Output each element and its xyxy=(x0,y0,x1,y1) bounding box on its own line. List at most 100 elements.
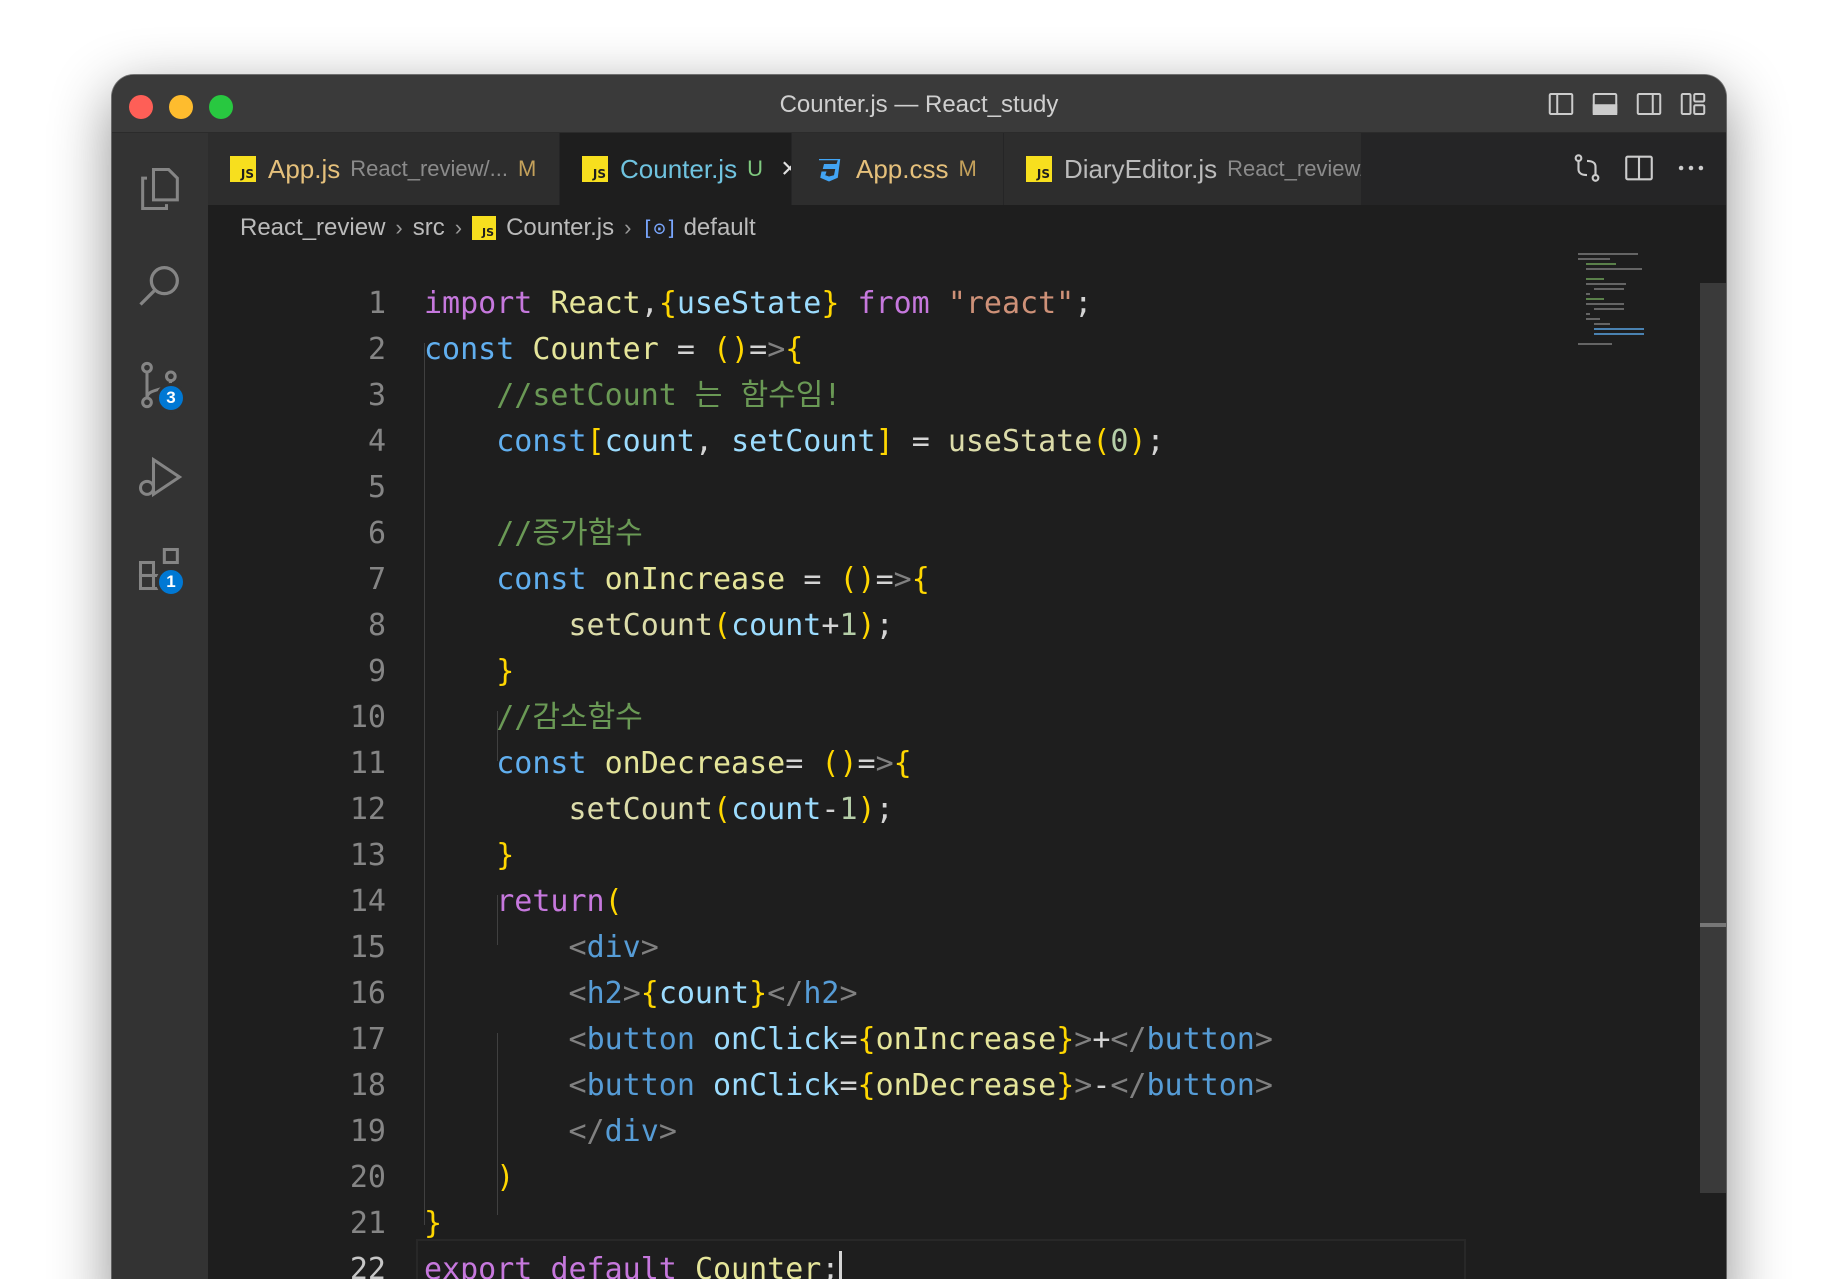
code-line[interactable]: 6 //증가함수 xyxy=(208,511,1558,557)
code-text: const onDecrease= ()=>{ xyxy=(496,746,912,781)
source-control-button[interactable]: 3 xyxy=(134,359,186,413)
code-line[interactable]: 14 return( xyxy=(208,879,1558,925)
minimap[interactable] xyxy=(1576,251,1696,346)
line-number: 21 xyxy=(349,1206,386,1241)
code-text: <button onClick={onIncrease}>+</button> xyxy=(568,1022,1273,1057)
css-file-icon xyxy=(819,159,841,182)
layout-controls xyxy=(1546,89,1708,119)
vertical-scrollbar[interactable] xyxy=(1700,283,1726,1193)
modified-indicator: M xyxy=(518,156,537,181)
search-icon[interactable] xyxy=(134,259,186,311)
code-line[interactable]: 21} xyxy=(208,1201,1558,1247)
code-line[interactable]: 11 const onDecrease= ()=>{ xyxy=(208,741,1558,787)
line-number: 13 xyxy=(349,838,386,873)
code-line[interactable]: 4 const[count, setCount] = useState(0); xyxy=(208,419,1558,465)
breadcrumb-item-react-review[interactable]: React_review xyxy=(240,214,385,242)
javascript-file-icon: JS xyxy=(1026,156,1052,182)
code-line[interactable]: 5 xyxy=(208,465,1558,511)
code-text: const[count, setCount] = useState(0); xyxy=(496,424,1165,459)
untracked-indicator: U xyxy=(747,156,763,181)
line-number: 10 xyxy=(349,700,386,735)
editor-tabs: JS App.js React_review/... M JS Counter.… xyxy=(208,133,1726,205)
toggle-primary-sidebar-icon[interactable] xyxy=(1546,89,1576,119)
code-text: setCount(count+1); xyxy=(568,608,894,643)
close-tab-button[interactable]: × xyxy=(781,154,791,184)
toggle-secondary-sidebar-icon[interactable] xyxy=(1634,89,1664,119)
javascript-file-icon: JS xyxy=(472,216,497,240)
code-text: <h2>{count}</h2> xyxy=(568,976,858,1011)
vscode-window: Counter.js — React_study 3 1 JS App.js R… xyxy=(112,75,1726,1279)
javascript-file-icon: JS xyxy=(230,156,256,182)
chevron-right-icon: › xyxy=(395,215,403,240)
line-number: 1 xyxy=(367,286,386,321)
code-text: import React,{useState} from "react"; xyxy=(424,286,1093,321)
code-line[interactable]: 10 //감소함수 xyxy=(208,695,1558,741)
more-actions-icon[interactable] xyxy=(1674,151,1708,185)
tab-app-js[interactable]: JS App.js React_review/... M xyxy=(208,133,560,205)
line-number: 22 xyxy=(349,1252,386,1279)
code-line[interactable]: 20 ) xyxy=(208,1155,1558,1201)
tab-path: React_review/.. xyxy=(1227,156,1361,181)
extensions-button[interactable]: 1 xyxy=(134,543,186,597)
code-editor[interactable]: 1 import React,{useState} from "react"; 2 c… xyxy=(208,251,1726,1279)
tab-label: App.css xyxy=(856,153,949,184)
run-and-debug-icon[interactable] xyxy=(134,451,186,503)
tab-app-css[interactable]: App.css M xyxy=(792,133,1004,205)
line-number: 17 xyxy=(349,1022,386,1057)
explorer-icon[interactable] xyxy=(134,163,186,215)
line-number: 6 xyxy=(367,516,386,551)
scroll-position-marker xyxy=(1700,923,1726,927)
code-text: <div> xyxy=(568,930,659,965)
code-line[interactable]: 16 <h2>{count}</h2> xyxy=(208,971,1558,1017)
code-text: //감소함수 xyxy=(496,700,643,735)
editor-actions xyxy=(1570,151,1708,185)
line-number: 16 xyxy=(349,976,386,1011)
breadcrumb-item-src[interactable]: src xyxy=(413,214,445,242)
code-line[interactable]: 3 //setCount 는 함수임! xyxy=(208,373,1558,419)
code-line[interactable]: 9 } xyxy=(208,649,1558,695)
code-line[interactable]: 7 const onIncrease = ()=>{ xyxy=(208,557,1558,603)
code-line[interactable]: 19 </div> xyxy=(208,1109,1558,1155)
tab-path: React_review/... xyxy=(350,156,508,181)
line-number: 2 xyxy=(367,332,386,367)
tab-label: Counter.js xyxy=(620,153,738,184)
code-text: const onIncrease = ()=>{ xyxy=(496,562,930,597)
line-number: 5 xyxy=(367,470,386,505)
title-bar: Counter.js — React_study xyxy=(112,75,1726,133)
code-line[interactable]: 2 const Counter = ()=>{ xyxy=(208,327,1558,373)
line-number: 4 xyxy=(367,424,386,459)
line-number: 15 xyxy=(349,930,386,965)
line-number: 7 xyxy=(367,562,386,597)
code-text: } xyxy=(424,1206,443,1241)
code-text: //증가함수 xyxy=(496,516,643,551)
tab-counter-js[interactable]: JS Counter.js U × xyxy=(560,133,792,205)
code-line[interactable]: 13 } xyxy=(208,833,1558,879)
code-line[interactable]: 15 <div> xyxy=(208,925,1558,971)
tab-label: DiaryEditor.js xyxy=(1064,153,1218,184)
activity-bar: 3 1 xyxy=(112,133,208,1279)
chevron-right-icon: › xyxy=(624,215,632,240)
code-line[interactable]: 12 setCount(count-1); xyxy=(208,787,1558,833)
breadcrumb: React_review › src › JS Counter.js › [⊙]… xyxy=(208,205,1726,251)
code-line[interactable]: 18 <button onClick={onDecrease}>-</butto… xyxy=(208,1063,1558,1109)
toggle-panel-icon[interactable] xyxy=(1590,89,1620,119)
tab-diaryeditor-js[interactable]: JS DiaryEditor.js React_review/.. xyxy=(1004,133,1362,205)
tab-label: App.js xyxy=(268,153,341,184)
breadcrumb-item-symbol[interactable]: default xyxy=(684,214,756,242)
chevron-right-icon: › xyxy=(454,215,463,240)
code-text: } xyxy=(496,654,515,689)
breadcrumb-item-file[interactable]: Counter.js xyxy=(506,214,614,242)
code-line[interactable]: 1 import React,{useState} from "react"; xyxy=(208,281,1558,327)
customize-layout-icon[interactable] xyxy=(1678,89,1708,119)
code-line[interactable]: 22 export default Counter; xyxy=(208,1247,1558,1279)
split-editor-icon[interactable] xyxy=(1622,151,1656,185)
open-changes-icon[interactable] xyxy=(1570,151,1604,185)
code-line[interactable]: 8 setCount(count+1); xyxy=(208,603,1558,649)
code-line[interactable]: 17 <button onClick={onIncrease}>+</butto… xyxy=(208,1017,1558,1063)
symbol-variable-icon: [⊙] xyxy=(641,216,678,240)
line-number: 9 xyxy=(367,654,386,689)
line-number: 11 xyxy=(349,746,386,781)
line-number: 3 xyxy=(367,378,386,413)
window-title: Counter.js — React_study xyxy=(779,91,1059,118)
extensions-badge: 1 xyxy=(156,567,186,597)
